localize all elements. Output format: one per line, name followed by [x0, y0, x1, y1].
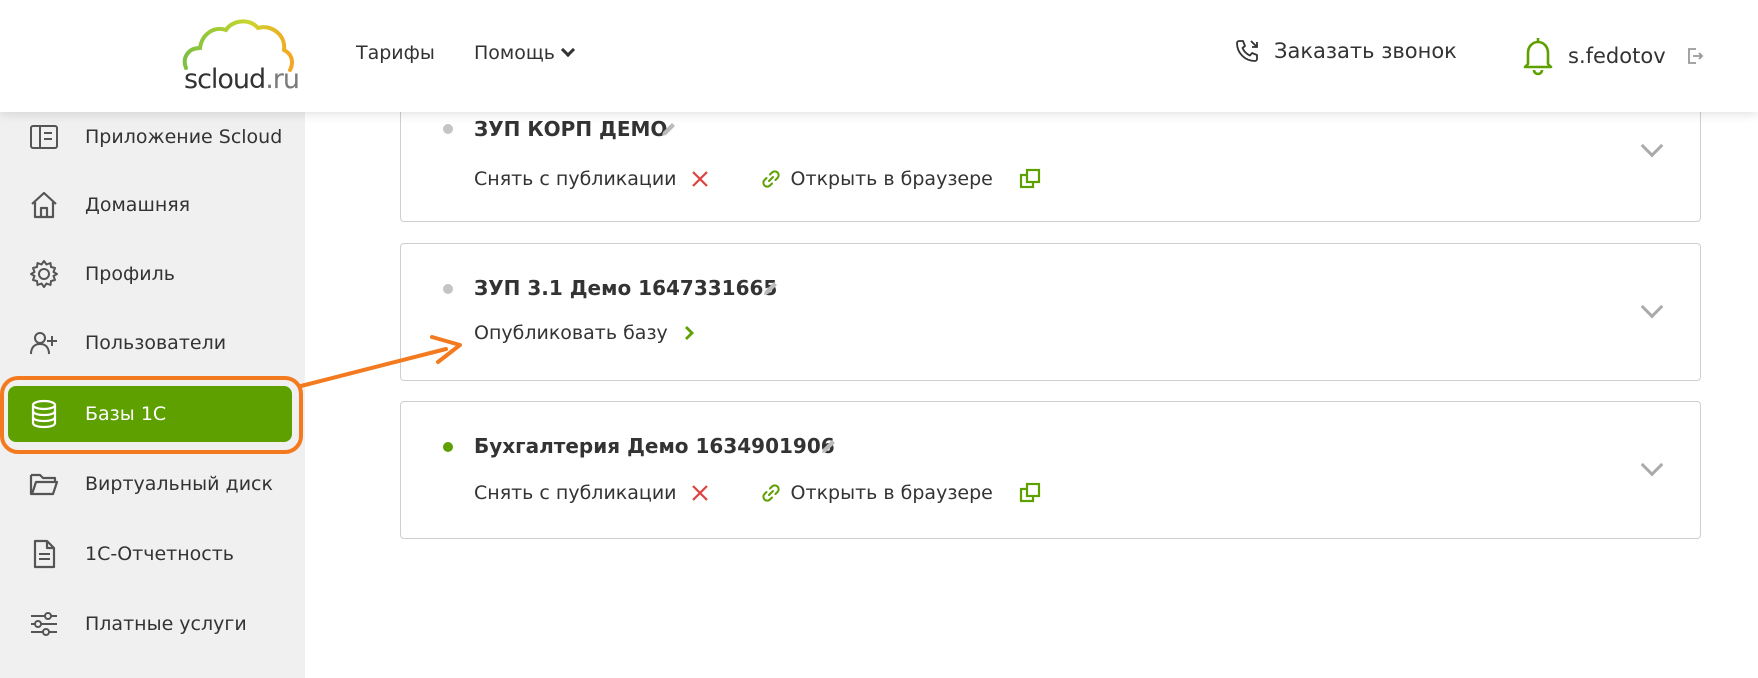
gear-icon — [30, 260, 58, 288]
pencil-icon[interactable] — [819, 438, 837, 456]
sidebar-item-label: Приложение Scloud — [85, 126, 283, 148]
database-title: Бухгалтерия Демо 1634901906 — [474, 434, 835, 458]
database-icon — [31, 399, 57, 429]
status-dot-active — [443, 442, 453, 452]
link-icon — [761, 484, 780, 502]
pencil-icon[interactable] — [761, 280, 779, 298]
sidebar-item-home[interactable]: Домашняя — [0, 177, 305, 233]
sidebar-item-reporting[interactable]: 1С-Отчетность — [0, 526, 305, 582]
close-icon[interactable] — [691, 170, 709, 188]
header: scloud.ru Тарифы Помощь Заказать звонок … — [0, 0, 1758, 112]
phone-icon — [1236, 40, 1258, 62]
logout-icon[interactable] — [1686, 47, 1704, 65]
user-menu[interactable]: s.fedotov — [1520, 36, 1704, 76]
copy-icon[interactable] — [1019, 168, 1041, 190]
close-icon[interactable] — [691, 484, 709, 502]
sidebar-item-app[interactable]: Приложение Scloud — [0, 109, 305, 165]
chevron-down-icon[interactable] — [1640, 453, 1664, 477]
database-card: ЗУП 3.1 Демо 1647331665 Опубликовать баз… — [400, 243, 1701, 381]
database-title: ЗУП КОРП ДЕМО — [474, 117, 668, 141]
sidebar-item-profile[interactable]: Профиль — [0, 246, 305, 302]
sidebar-item-label: Виртуальный диск — [85, 473, 273, 495]
folder-icon — [29, 473, 59, 496]
logo[interactable]: scloud.ru — [180, 18, 300, 95]
sidebar-item-label: Домашняя — [85, 194, 191, 216]
nav-help[interactable]: Помощь — [474, 42, 576, 64]
sidebar-item-label: 1С-Отчетность — [85, 543, 234, 565]
unpublish-link[interactable]: Снять с публикации — [474, 168, 677, 190]
sidebar-item-label: Платные услуги — [85, 613, 247, 635]
open-in-browser-link[interactable]: Открыть в браузере — [791, 482, 993, 504]
sidebar-item-label: Базы 1С — [85, 403, 167, 425]
publish-link[interactable]: Опубликовать базу — [474, 322, 668, 344]
status-dot-inactive — [443, 284, 453, 294]
username: s.fedotov — [1568, 44, 1666, 68]
open-in-browser-link[interactable]: Открыть в браузере — [791, 168, 993, 190]
user-add-icon — [30, 332, 57, 355]
link-icon — [761, 170, 780, 188]
sidebar-item-virtual-disk[interactable]: Виртуальный диск — [0, 456, 305, 512]
sliders-icon — [31, 612, 57, 636]
copy-icon[interactable] — [1019, 482, 1041, 504]
sidebar-item-label: Пользователи — [85, 332, 227, 354]
status-dot-inactive — [443, 124, 453, 134]
chevron-down-icon[interactable] — [1640, 295, 1664, 319]
sidebar-item-paid-services[interactable]: Платные услуги — [0, 596, 305, 652]
app-panel-icon — [30, 125, 58, 149]
home-icon — [31, 191, 57, 219]
nav-help-label: Помощь — [474, 42, 555, 64]
chevron-right-icon[interactable] — [682, 324, 696, 342]
sidebar-item-users[interactable]: Пользователи — [0, 315, 305, 371]
pencil-icon[interactable] — [659, 121, 677, 139]
logo-text: scloud.ru — [184, 64, 300, 95]
database-card: Бухгалтерия Демо 1634901906 Снять с публ… — [400, 401, 1701, 539]
callback-button[interactable]: Заказать звонок — [1234, 38, 1457, 64]
chevron-down-icon[interactable] — [1640, 134, 1664, 158]
chevron-down-icon — [560, 42, 576, 58]
nav-tariffs[interactable]: Тарифы — [356, 42, 435, 64]
unpublish-link[interactable]: Снять с публикации — [474, 482, 677, 504]
callback-label: Заказать звонок — [1274, 39, 1457, 63]
bell-icon[interactable] — [1520, 36, 1556, 76]
database-title: ЗУП 3.1 Демо 1647331665 — [474, 276, 778, 300]
sidebar-item-label: Профиль — [85, 263, 175, 285]
document-icon — [33, 539, 56, 569]
